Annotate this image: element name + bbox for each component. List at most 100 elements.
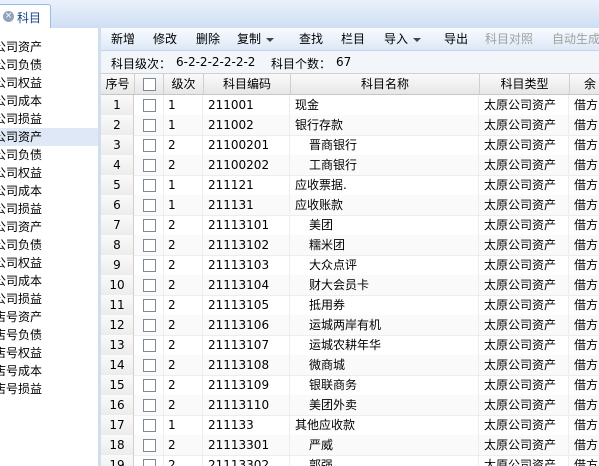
cell-balance-direction: 借方 xyxy=(570,435,599,455)
table-row[interactable]: 19 2 21113302 郭强 太原公司资产 借方 xyxy=(101,455,599,466)
tree-item[interactable]: 公司成本 xyxy=(0,92,42,110)
table-row[interactable]: 16 2 21113110 美团外卖 太原公司资产 借方 xyxy=(101,395,599,416)
header-name[interactable]: 科目名称 xyxy=(291,74,480,94)
tree-item[interactable]: 公司损益 xyxy=(0,200,42,218)
cell-type: 太原公司资产 xyxy=(480,415,569,435)
cell-type: 太原公司资产 xyxy=(480,395,569,415)
cell-level: 2 xyxy=(164,215,203,235)
table-row[interactable]: 10 2 21113104 财大会员卡 太原公司资产 借方 xyxy=(101,275,599,296)
cell-seq: 6 xyxy=(101,195,134,215)
find-button[interactable]: 查找 xyxy=(299,31,323,47)
cell-code: 21113109 xyxy=(204,375,290,395)
row-checkbox[interactable] xyxy=(143,179,156,192)
cell-name: 应收票据. xyxy=(291,175,479,195)
row-checkbox[interactable] xyxy=(143,299,156,312)
row-checkbox[interactable] xyxy=(143,359,156,372)
subject-match-button[interactable]: 科目对照 xyxy=(485,31,533,47)
tree-item[interactable]: 公司权益 xyxy=(0,74,42,92)
export-button[interactable]: 导出 xyxy=(444,31,468,47)
tree-item[interactable]: 店号成本 xyxy=(0,362,42,380)
row-checkbox[interactable] xyxy=(143,259,156,272)
close-icon[interactable]: × xyxy=(3,11,14,22)
table-row[interactable]: 12 2 21113106 运城两岸有机 太原公司资产 借方 xyxy=(101,315,599,336)
add-button[interactable]: 新增 xyxy=(111,31,135,47)
tree-item[interactable]: 公司负债 xyxy=(0,146,42,164)
row-checkbox[interactable] xyxy=(143,279,156,292)
cell-type: 太原公司资产 xyxy=(480,295,569,315)
tree-item[interactable]: 公司损益 xyxy=(0,290,42,308)
table-row[interactable]: 9 2 21113103 大众点评 太原公司资产 借方 xyxy=(101,255,599,276)
header-code[interactable]: 科目编码 xyxy=(204,74,291,94)
tree-item[interactable]: 店号损益 xyxy=(0,380,42,398)
header-balance[interactable]: 余 xyxy=(570,74,599,94)
header-type[interactable]: 科目类型 xyxy=(480,74,570,94)
select-all-checkbox[interactable] xyxy=(143,78,156,91)
cell-code: 21113101 xyxy=(204,215,290,235)
cell-level: 2 xyxy=(164,355,203,375)
row-checkbox[interactable] xyxy=(143,319,156,332)
table-row[interactable]: 8 2 21113102 糯米团 太原公司资产 借方 xyxy=(101,235,599,256)
tree-item[interactable]: 公司资产 xyxy=(0,218,42,236)
table-row[interactable]: 3 2 21100201 晋商银行 太原公司资产 借方 xyxy=(101,135,599,156)
auto-generate-button[interactable]: 自动生成 xyxy=(552,31,599,47)
tree-item[interactable]: 公司成本 xyxy=(0,272,42,290)
row-checkbox[interactable] xyxy=(143,439,156,452)
tree-item[interactable]: 店号负债 xyxy=(0,326,42,344)
cell-balance-direction: 借方 xyxy=(570,175,599,195)
tree-item[interactable]: 公司资产 xyxy=(0,128,98,146)
columns-button[interactable]: 栏目 xyxy=(341,31,365,47)
row-checkbox[interactable] xyxy=(143,159,156,172)
tree-item[interactable]: 公司成本 xyxy=(0,182,42,200)
row-checkbox[interactable] xyxy=(143,339,156,352)
tree-item[interactable]: 店号资产 xyxy=(0,308,42,326)
table-row[interactable]: 4 2 21100202 工商银行 太原公司资产 借方 xyxy=(101,155,599,176)
row-checkbox[interactable] xyxy=(143,199,156,212)
row-checkbox[interactable] xyxy=(143,239,156,252)
tree-item[interactable]: 公司权益 xyxy=(0,164,42,182)
subject-type-tree: 公司资产公司负债公司权益公司成本公司损益公司资产公司负债公司权益公司成本公司损益… xyxy=(0,28,99,466)
row-checkbox[interactable] xyxy=(143,219,156,232)
row-checkbox[interactable] xyxy=(143,119,156,132)
row-checkbox[interactable] xyxy=(143,459,156,466)
table-row[interactable]: 14 2 21113108 微商城 太原公司资产 借方 xyxy=(101,355,599,376)
chevron-down-icon xyxy=(266,37,275,42)
copy-dropdown[interactable]: 复制 xyxy=(237,31,275,47)
cell-level: 2 xyxy=(164,315,203,335)
tab-subjects[interactable]: × 科目 xyxy=(0,4,51,28)
table-row[interactable]: 18 2 21113301 严威 太原公司资产 借方 xyxy=(101,435,599,456)
import-dropdown[interactable]: 导入 xyxy=(384,31,422,47)
header-seq[interactable]: 序号 xyxy=(101,74,135,94)
edit-button[interactable]: 修改 xyxy=(153,31,177,47)
tree-item[interactable]: 公司负债 xyxy=(0,56,42,74)
count-label: 科目个数： xyxy=(271,57,332,71)
row-checkbox[interactable] xyxy=(143,379,156,392)
cell-balance-direction: 借方 xyxy=(570,455,599,466)
cell-code: 21113108 xyxy=(204,355,290,375)
cell-select xyxy=(135,195,164,215)
tree-item[interactable]: 公司损益 xyxy=(0,110,42,128)
table-row[interactable]: 2 1 211002 银行存款 太原公司资产 借方 xyxy=(101,115,599,136)
row-checkbox[interactable] xyxy=(143,139,156,152)
table-row[interactable]: 11 2 21113105 抵用券 太原公司资产 借方 xyxy=(101,295,599,316)
table-row[interactable]: 15 2 21113109 银联商务 太原公司资产 借方 xyxy=(101,375,599,396)
header-level[interactable]: 级次 xyxy=(164,74,204,94)
table-row[interactable]: 17 1 211133 其他应收款 太原公司资产 借方 xyxy=(101,415,599,436)
table-row[interactable]: 1 1 211001 现金 太原公司资产 借方 xyxy=(101,95,599,116)
cell-level: 2 xyxy=(164,375,203,395)
table-row[interactable]: 13 2 21113107 运城农耕年华 太原公司资产 借方 xyxy=(101,335,599,356)
tree-item[interactable]: 店号权益 xyxy=(0,344,42,362)
cell-code: 211133 xyxy=(204,415,290,435)
delete-button[interactable]: 删除 xyxy=(196,31,220,47)
table-row[interactable]: 6 1 211131 应收账款 太原公司资产 借方 xyxy=(101,195,599,216)
tree-item[interactable]: 公司资产 xyxy=(0,38,42,56)
cell-name: 其他应收款 xyxy=(291,415,479,435)
row-checkbox[interactable] xyxy=(143,419,156,432)
tree-item[interactable]: 公司负债 xyxy=(0,236,42,254)
row-checkbox[interactable] xyxy=(143,99,156,112)
row-checkbox[interactable] xyxy=(143,399,156,412)
table-row[interactable]: 7 2 21113101 美团 太原公司资产 借方 xyxy=(101,215,599,236)
cell-seq: 14 xyxy=(101,355,134,375)
cell-select xyxy=(135,455,164,466)
tree-item[interactable]: 公司权益 xyxy=(0,254,42,272)
table-row[interactable]: 5 1 211121 应收票据. 太原公司资产 借方 xyxy=(101,175,599,196)
